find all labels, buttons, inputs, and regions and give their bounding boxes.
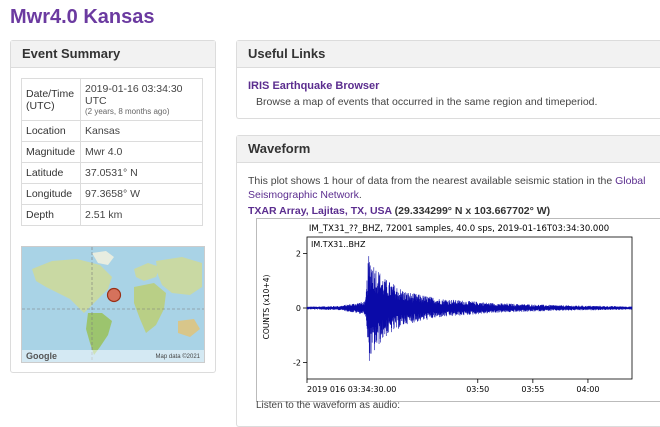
y-tick-label: -2 (293, 359, 301, 368)
table-row: Magnitude Mwr 4.0 (21, 141, 203, 163)
useful-links-panel: Useful Links IRIS Earthquake Browser Bro… (236, 40, 660, 119)
waveform-plot: IM_TX31_??_BHZ, 72001 samples, 40.0 sps,… (256, 218, 660, 402)
table-row: Depth 2.51 km (21, 204, 203, 226)
station-info: TXAR Array, Lajitas, TX, USA (29.334299°… (248, 205, 550, 217)
iris-browser-link[interactable]: IRIS Earthquake Browser (248, 80, 379, 92)
table-row: Longitude 97.3658° W (21, 183, 203, 205)
table-row: Date/Time (UTC) 2019-01-16 03:34:30 UTC … (21, 78, 203, 121)
plot-title: IM_TX31_??_BHZ, 72001 samples, 40.0 sps,… (309, 224, 609, 234)
row-value-datetime: 2019-01-16 03:34:30 UTC (2 years, 8 mont… (80, 78, 203, 121)
datetime-relative: (2 years, 8 months ago) (85, 107, 170, 116)
event-summary-heading: Event Summary (11, 41, 215, 68)
y-axis-label-group: COUNTS (x10+4) (262, 274, 271, 339)
row-value-magnitude: Mwr 4.0 (80, 141, 203, 163)
iris-browser-description: Browse a map of events that occurred in … (256, 96, 598, 108)
event-marker[interactable] (106, 287, 122, 303)
waveform-text-1: This plot shows 1 hour of data from the … (248, 175, 613, 187)
row-value-longitude: 97.3658° W (80, 183, 203, 205)
datetime-value: 2019-01-16 03:34:30 UTC (85, 83, 183, 107)
table-row: Location Kansas (21, 120, 203, 142)
row-value-location: Kansas (80, 120, 203, 142)
row-key-depth: Depth (21, 204, 81, 226)
row-key-latitude: Latitude (21, 162, 81, 184)
y-tick-label: 2 (296, 249, 301, 258)
waveform-panel: Waveform This plot shows 1 hour of data … (236, 135, 660, 427)
y-axis-label: COUNTS (x10+4) (262, 274, 271, 339)
google-logo: Google (26, 351, 57, 361)
row-key-magnitude: Magnitude (21, 141, 81, 163)
y-tick-label: 0 (296, 304, 301, 313)
x-tick-label: 04:00 (576, 385, 599, 394)
waveform-svg: IM_TX31_??_BHZ, 72001 samples, 40.0 sps,… (262, 224, 633, 394)
event-summary-table: Date/Time (UTC) 2019-01-16 03:34:30 UTC … (21, 78, 203, 226)
row-key-location: Location (21, 120, 81, 142)
audio-prompt: Listen to the waveform as audio: (256, 400, 400, 411)
world-map[interactable]: Google Map data ©2021 (21, 246, 205, 363)
plot-legend: IM.TX31..BHZ (311, 240, 366, 249)
row-key-longitude: Longitude (21, 183, 81, 205)
row-value-depth: 2.51 km (80, 204, 203, 226)
waveform-heading: Waveform (237, 136, 660, 163)
table-row: Latitude 37.0531° N (21, 162, 203, 184)
waveform-trace (306, 256, 633, 361)
waveform-description: This plot shows 1 hour of data from the … (248, 174, 658, 202)
row-key-datetime: Date/Time (UTC) (21, 78, 81, 121)
x-axis: 2019 016 03:34:30.00 03:50 03:55 04:00 (306, 379, 599, 394)
y-axis: 2 0 -2 (293, 249, 307, 368)
page-title: Mwr4.0 Kansas (10, 6, 155, 28)
useful-links-heading: Useful Links (237, 41, 660, 68)
event-summary-panel: Event Summary Date/Time (UTC) 2019-01-16… (10, 40, 216, 373)
map-credit: Map data ©2021 (155, 354, 200, 360)
x-tick-label: 03:50 (466, 385, 489, 394)
x-tick-label: 03:55 (521, 385, 544, 394)
waveform-text-2: . (358, 189, 362, 201)
station-coords: (29.334299° N x 103.667702° W) (394, 205, 551, 217)
row-value-latitude: 37.0531° N (80, 162, 203, 184)
world-map-graphic (22, 247, 204, 362)
x-tick-label: 2019 016 03:34:30.00 (307, 385, 396, 394)
station-name: TXAR Array, Lajitas, TX, USA (248, 205, 392, 217)
